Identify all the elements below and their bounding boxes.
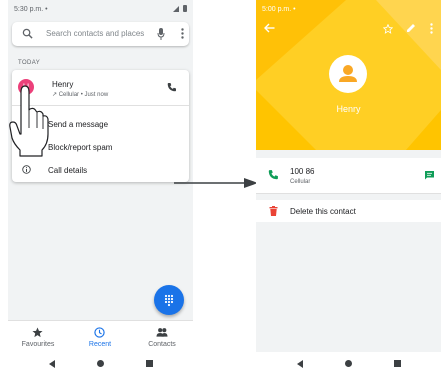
person-icon [339,65,357,82]
call-details-option[interactable]: Call details [48,166,87,175]
tab-contacts[interactable]: Contacts [132,321,192,353]
star-icon [32,327,43,338]
search-bar[interactable]: Search contacts and places [12,22,189,46]
trash-icon [269,206,278,216]
section-label-today: TODAY [18,60,41,66]
tab-label: Favourites [21,341,55,348]
battery-icon [183,5,187,12]
flow-arrow [174,178,258,188]
signal-icon [173,6,179,12]
back-arrow-icon[interactable] [264,23,275,33]
tab-label: Contacts [148,341,176,348]
home-icon[interactable] [97,360,104,367]
phone-number: 100 86 [290,167,315,176]
recents-screen: 5:30 p.m. • Search contacts and places T… [8,0,193,375]
more-options-icon[interactable] [181,28,184,39]
back-icon[interactable] [297,360,303,368]
call-detail: ↗ Cellular • Just now [52,92,109,98]
dialpad-icon [164,294,174,307]
search-input[interactable]: Search contacts and places [46,29,151,38]
people-icon [156,328,168,337]
back-icon[interactable] [49,360,55,368]
phone-type: Cellular [290,179,311,185]
delete-contact-label: Delete this contact [290,207,356,216]
bottom-navigation: Favourites Recent Contacts [8,320,193,352]
system-navigation-bar [8,352,193,375]
tab-recent[interactable]: Recent [70,321,130,353]
contact-avatar [329,55,367,93]
more-options-icon[interactable] [430,23,433,34]
status-time: 5:00 p.m. • [262,6,296,13]
block-report-spam-option[interactable]: Block/report spam [48,143,112,152]
recent-apps-icon[interactable] [146,360,153,367]
signal-battery-icons [173,5,187,12]
delete-contact-row[interactable]: Delete this contact [256,200,441,222]
phone-number-row[interactable]: 100 86 Cellular [256,158,441,194]
tab-label: Recent [88,341,112,348]
edit-pencil-icon[interactable] [406,23,416,33]
recent-apps-icon[interactable] [394,360,401,367]
clock-icon [94,327,105,338]
message-icon[interactable] [424,170,435,180]
favorite-star-icon[interactable] [383,24,393,34]
send-message-option[interactable]: Send a message [48,120,108,129]
system-navigation-bar [256,352,441,375]
caller-name[interactable]: Henry [52,80,73,89]
home-icon[interactable] [345,360,352,367]
tab-favourites[interactable]: Favourites [8,321,68,353]
phone-call-icon[interactable] [268,169,279,180]
status-bar: 5:30 p.m. • [8,0,193,18]
contact-header: 5:00 p.m. • Henry [256,0,441,150]
contact-name: Henry [336,104,361,114]
dialpad-button[interactable] [154,285,184,315]
contact-details-screen: 5:00 p.m. • Henry 100 86 Cellular Delete… [256,0,441,375]
phone-call-icon[interactable] [167,82,177,92]
pointing-hand-icon [9,85,49,157]
microphone-icon[interactable] [157,28,165,40]
search-icon [22,28,33,39]
status-time: 5:30 p.m. • [14,6,48,13]
info-icon [22,165,31,174]
